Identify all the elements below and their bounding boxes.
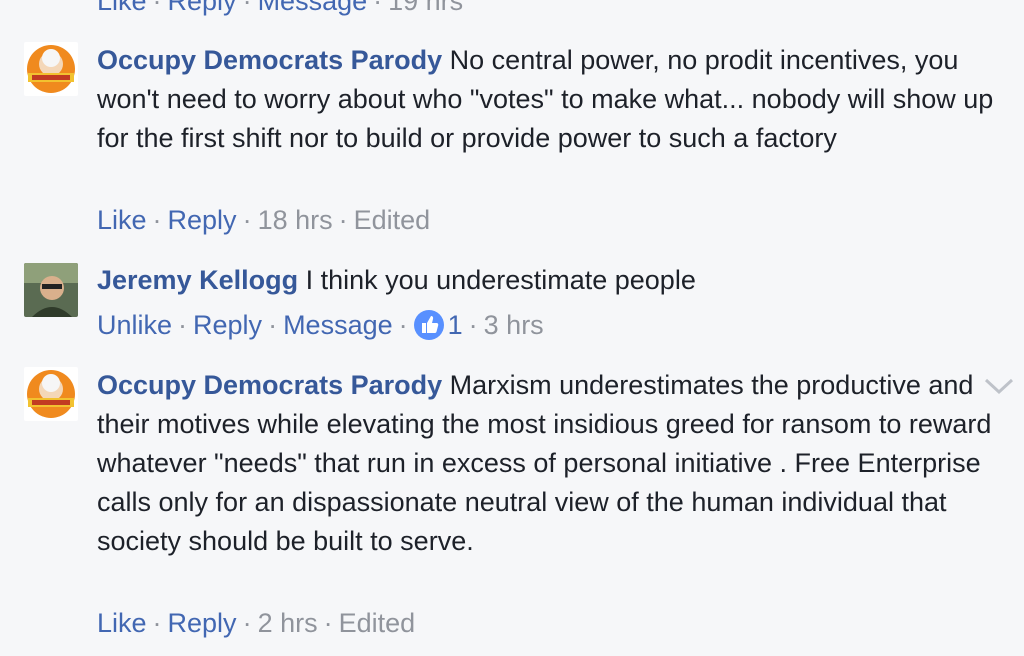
chevron-down-icon[interactable] [982, 372, 1016, 400]
separator: · [373, 0, 383, 16]
reply-link[interactable]: Reply [168, 205, 237, 235]
comment-actions: Like · Reply · 2 hrs · Edited [97, 608, 415, 639]
reply-link[interactable]: Reply [168, 0, 237, 16]
comment-actions: Like · Reply · 18 hrs · Edited [97, 205, 430, 236]
unlike-link[interactable]: Unlike [97, 310, 172, 340]
message-link[interactable]: Message [283, 310, 393, 340]
separator: · [268, 310, 278, 340]
avatar[interactable] [24, 367, 78, 421]
edited-label[interactable]: Edited [354, 205, 431, 235]
avatar[interactable] [24, 263, 78, 317]
separator: · [242, 205, 252, 235]
separator: · [398, 310, 408, 340]
like-link[interactable]: Like [97, 205, 147, 235]
like-link[interactable]: Like [97, 608, 147, 638]
separator: · [323, 608, 333, 638]
like-link[interactable]: Like [97, 0, 147, 16]
comment-body: Occupy Democrats Parody Marxism underest… [97, 366, 997, 561]
separator: · [468, 310, 478, 340]
message-link[interactable]: Message [258, 0, 368, 16]
separator: · [178, 310, 188, 340]
timestamp[interactable]: 19 hrs [388, 0, 463, 16]
edited-label[interactable]: Edited [339, 608, 416, 638]
reply-link[interactable]: Reply [168, 608, 237, 638]
separator: · [338, 205, 348, 235]
comment-author[interactable]: Occupy Democrats Parody [97, 45, 442, 75]
separator: · [152, 608, 162, 638]
separator: · [242, 0, 252, 16]
avatar[interactable] [24, 42, 78, 96]
timestamp[interactable]: 3 hrs [484, 310, 544, 340]
comment-body: Jeremy Kellogg I think you underestimate… [97, 261, 997, 300]
timestamp[interactable]: 18 hrs [258, 205, 333, 235]
separator: · [152, 0, 162, 16]
separator: · [152, 205, 162, 235]
reply-link[interactable]: Reply [193, 310, 262, 340]
comment-author[interactable]: Occupy Democrats Parody [97, 370, 442, 400]
thumbs-up-icon[interactable] [413, 310, 444, 340]
comment-text: I think you underestimate people [305, 265, 696, 295]
comment-body: Occupy Democrats Parody No central power… [97, 41, 997, 158]
reaction-count[interactable]: 1 [448, 310, 463, 340]
timestamp[interactable]: 2 hrs [258, 608, 318, 638]
comment-author[interactable]: Jeremy Kellogg [97, 265, 298, 295]
previous-comment-actions: Like · Reply · Message · 19 hrs [97, 0, 463, 17]
separator: · [242, 608, 252, 638]
comment-actions: Unlike · Reply · Message · 1 · 3 hrs [97, 310, 544, 341]
